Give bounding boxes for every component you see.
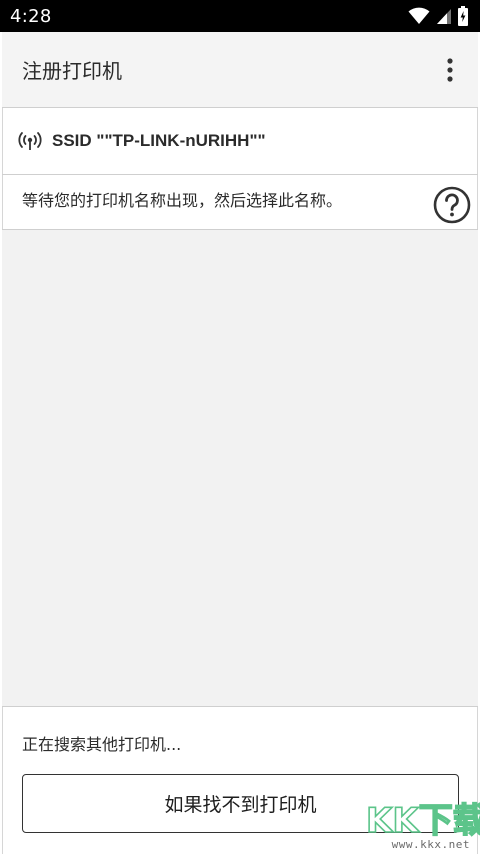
status-bar: 4:28 (0, 0, 480, 32)
wireless-antenna-icon (18, 132, 42, 150)
cellular-signal-icon (437, 9, 451, 24)
battery-charging-icon (458, 6, 468, 26)
help-button[interactable] (432, 185, 472, 225)
ssid-row: SSID ""TP-LINK-nURIHH"" (2, 108, 478, 175)
more-vert-icon (447, 57, 453, 82)
watermark-logo-text: KK下载 (366, 801, 480, 840)
watermark-url: www.kkx.net (391, 838, 470, 851)
help-circle-icon (433, 186, 471, 224)
ssid-label: SSID ""TP-LINK-nURIHH"" (52, 131, 266, 150)
wifi-icon (408, 7, 430, 24)
watermark-logo: KK下载 (365, 800, 480, 840)
watermark: KK下载 www.kkx.net (358, 800, 480, 854)
instruction-row: 等待您的打印机名称出现，然后选择此名称。 (2, 175, 478, 230)
searching-status-text: 正在搜索其他打印机... (22, 735, 182, 754)
status-icons (408, 6, 468, 26)
instruction-text: 等待您的打印机名称出现，然后选择此名称。 (22, 191, 343, 210)
overflow-menu-button[interactable] (436, 50, 464, 90)
app-bar: 注册打印机 (2, 32, 478, 108)
page-title: 注册打印机 (22, 59, 122, 83)
printer-list[interactable] (2, 230, 478, 707)
status-time: 4:28 (10, 5, 52, 27)
